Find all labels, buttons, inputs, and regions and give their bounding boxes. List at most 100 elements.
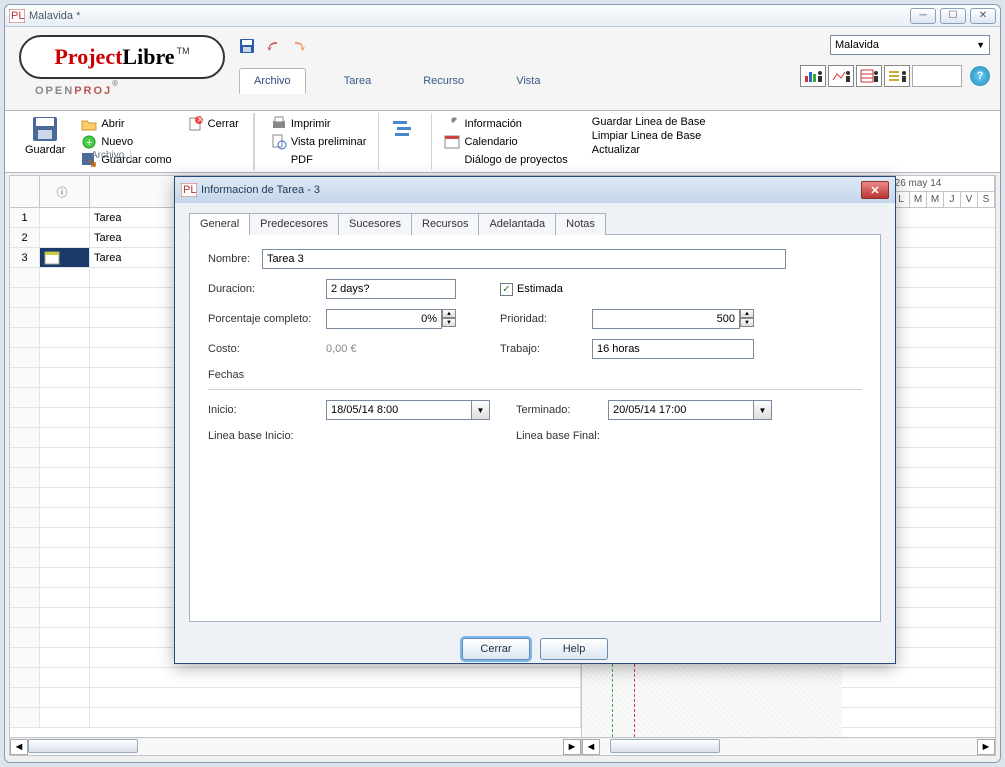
pdf-icon [271, 152, 287, 168]
scroll-left-button[interactable]: ◄ [582, 739, 600, 755]
scroll-right-button[interactable]: ► [563, 739, 581, 755]
inicio-label: Inicio: [208, 404, 326, 416]
dialog-titlebar[interactable]: PL Informacion de Tarea - 3 ✕ [175, 177, 895, 203]
floppy-icon [31, 115, 59, 143]
ribbon-group-archivo: Archivo [85, 150, 131, 161]
col-index [10, 176, 40, 207]
abrir-button[interactable]: Abrir [77, 115, 175, 133]
imprimir-button[interactable]: Imprimir [267, 115, 371, 133]
nuevo-button[interactable]: +Nuevo [77, 133, 175, 151]
task-info-dialog: PL Informacion de Tarea - 3 ✕ General Pr… [174, 176, 896, 664]
logo: ProjectLibreTM [19, 35, 225, 79]
top-strip: ProjectLibreTM OPENPROJ® Malavida ▼ Arch… [5, 27, 1000, 111]
fechas-label: Fechas [208, 369, 862, 381]
trabajo-input[interactable] [592, 339, 754, 359]
dialog-icon [444, 152, 460, 168]
gantt-chart-icon [391, 117, 419, 145]
nombre-label: Nombre: [208, 253, 262, 265]
dropdown-icon[interactable]: ▼ [472, 400, 490, 420]
duracion-input[interactable] [326, 279, 456, 299]
prioridad-label: Prioridad: [500, 313, 592, 325]
informacion-button[interactable]: Información [440, 115, 571, 133]
svg-text:PL: PL [183, 184, 196, 196]
gantt-icon[interactable] [387, 115, 423, 147]
wrench-icon [444, 116, 460, 132]
quick-access-toolbar [237, 35, 309, 57]
guardar-button[interactable]: Guardar [17, 113, 73, 158]
porcentaje-label: Porcentaje completo: [208, 313, 326, 325]
guardar-linea-button[interactable]: Guardar Linea de Base [588, 115, 710, 129]
dialog-buttons: Cerrar Help [175, 632, 895, 670]
window-title: Malavida * [29, 10, 910, 22]
maximize-button[interactable]: ☐ [940, 8, 966, 24]
tab-recurso[interactable]: Recurso [409, 69, 478, 93]
bars-person-icon[interactable] [884, 65, 910, 87]
tab-predecesores[interactable]: Predecesores [249, 213, 339, 235]
dialog-app-icon: PL [181, 183, 197, 197]
linea-final-label: Linea base Final: [516, 430, 636, 442]
close-doc-icon: × [188, 116, 204, 132]
help-button[interactable]: Help [540, 638, 608, 660]
spin-up-icon[interactable]: ▲ [442, 309, 456, 318]
spin-up-icon[interactable]: ▲ [740, 309, 754, 318]
view-toolbar: ? [800, 65, 990, 87]
nombre-input[interactable] [262, 249, 786, 269]
trabajo-label: Trabajo: [500, 343, 592, 355]
help-icon[interactable]: ? [970, 66, 990, 86]
tab-tarea[interactable]: Tarea [330, 69, 386, 93]
prioridad-spinner[interactable]: ▲▼ [592, 309, 754, 329]
tab-adelantada[interactable]: Adelantada [478, 213, 556, 235]
calendar-small-icon [44, 251, 60, 265]
tab-archivo[interactable]: Archivo [239, 68, 306, 94]
scroll-left-button[interactable]: ◄ [10, 739, 28, 755]
terminado-datepicker[interactable]: ▼ [608, 400, 772, 420]
svg-text:×: × [197, 116, 203, 126]
dropdown-icon[interactable]: ▼ [754, 400, 772, 420]
dialogo-button[interactable]: Diálogo de proyectos [440, 151, 571, 169]
tab-recursos[interactable]: Recursos [411, 213, 479, 235]
scroll-right-button[interactable]: ► [977, 739, 995, 755]
new-icon: + [81, 134, 97, 150]
minimize-button[interactable]: ─ [910, 8, 936, 24]
estimada-checkbox[interactable]: ✓ [500, 283, 513, 296]
pdf-button[interactable]: PDF [267, 151, 371, 169]
costo-label: Costo: [208, 343, 326, 355]
spin-down-icon[interactable]: ▼ [442, 318, 456, 327]
terminado-label: Terminado: [516, 404, 608, 416]
dialog-close-button[interactable]: ✕ [861, 181, 889, 199]
redo-icon[interactable] [289, 37, 309, 55]
hscrollbar-left: ◄ ► [10, 737, 581, 755]
scroll-thumb[interactable] [610, 739, 720, 753]
close-button[interactable]: ✕ [970, 8, 996, 24]
task-info-cell [40, 248, 90, 267]
save-icon[interactable] [237, 37, 257, 55]
cerrar-button[interactable]: ×Cerrar [184, 115, 243, 133]
scroll-thumb[interactable] [28, 739, 138, 753]
openproj-label: OPENPROJ® [35, 81, 120, 99]
tab-sucesores[interactable]: Sucesores [338, 213, 412, 235]
limpiar-linea-button[interactable]: Limpiar Linea de Base [588, 129, 710, 143]
undo-icon[interactable] [263, 37, 283, 55]
tab-notas[interactable]: Notas [555, 213, 606, 235]
actualizar-button[interactable]: Actualizar [588, 143, 710, 157]
printer-icon [271, 116, 287, 132]
cerrar-button[interactable]: Cerrar [462, 638, 530, 660]
linea-inicio-label: Linea base Inicio: [208, 430, 326, 442]
chart-person-icon[interactable] [800, 65, 826, 87]
duracion-label: Duracion: [208, 283, 326, 295]
tab-general[interactable]: General [189, 213, 250, 235]
svg-text:+: + [86, 137, 92, 149]
inicio-datepicker[interactable]: ▼ [326, 400, 490, 420]
project-dropdown[interactable]: Malavida ▼ [830, 35, 990, 55]
line-person-icon[interactable] [828, 65, 854, 87]
spin-down-icon[interactable]: ▼ [740, 318, 754, 327]
porcentaje-spinner[interactable]: ▲▼ [326, 309, 456, 329]
dialog-tabs: General Predecesores Sucesores Recursos … [189, 213, 881, 235]
calendario-button[interactable]: Calendario [440, 133, 571, 151]
grid-person-icon[interactable] [856, 65, 882, 87]
tab-vista[interactable]: Vista [502, 69, 554, 93]
empty-tool [912, 65, 962, 87]
vista-preliminar-button[interactable]: Vista preliminar [267, 133, 371, 151]
svg-text:PL: PL [11, 10, 24, 22]
chevron-down-icon: ▼ [976, 40, 985, 50]
